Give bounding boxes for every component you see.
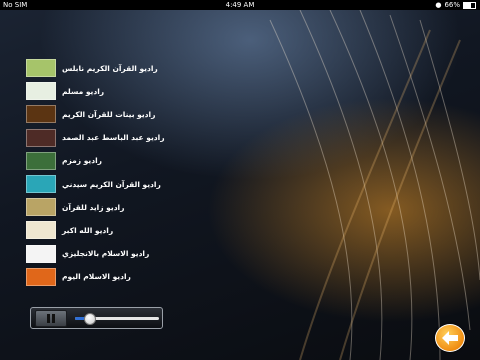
station-thumbnail-icon [26,267,56,286]
volume-knob[interactable] [84,313,97,325]
station-thumbnail-icon [26,105,56,124]
station-label: راديو الله اكبر [62,225,114,235]
arrow-left-icon [442,331,458,345]
status-right: ● 66% [435,0,476,10]
station-label: راديو القرآن الكريم سيدني [62,179,161,189]
station-thumbnail-icon [26,82,56,101]
battery-percent: 66% [444,1,460,9]
pause-icon-bar [52,314,55,323]
station-item[interactable]: راديو القرآن الكريم سيدني [26,174,226,194]
station-item[interactable]: راديو الاسلام اليوم [26,267,226,287]
pause-icon [47,314,50,323]
station-label: راديو زايد للقرآن [62,202,125,212]
station-item[interactable]: راديو الله اكبر [26,220,226,240]
station-thumbnail-icon [26,175,56,193]
station-label: راديو الاسلام بالانجليزي [62,249,150,259]
station-label: راديو الاسلام اليوم [62,272,131,282]
volume-slider[interactable] [75,313,159,325]
station-item[interactable]: راديو مسلم [26,81,226,101]
pause-button[interactable] [35,310,67,327]
station-item[interactable]: راديو القرآن الكريم نابلس [26,58,226,78]
station-label: راديو زمزم [62,156,102,166]
player-bar [30,307,163,329]
station-thumbnail-icon [26,59,56,77]
station-label: راديو عبد الباسط عبد الصمد [62,133,165,143]
station-thumbnail-icon [26,128,56,147]
station-label: راديو بينات للقرآن الكريم [62,109,156,119]
back-button[interactable] [435,324,465,352]
battery-icon [463,1,476,9]
station-thumbnail-icon [26,151,56,170]
station-item[interactable]: راديو عبد الباسط عبد الصمد [26,128,226,148]
station-item[interactable]: راديو زمزم [26,151,226,171]
station-item[interactable]: راديو بينات للقرآن الكريم [26,104,226,124]
status-bar: No SIM 4:49 AM ● 66% [0,0,480,10]
station-thumbnail-icon [26,221,56,240]
lock-rotation-icon: ● [435,1,442,9]
station-item[interactable]: راديو الاسلام بالانجليزي [26,244,226,264]
clock: 4:49 AM [225,1,255,9]
station-label: راديو مسلم [62,86,105,96]
station-thumbnail-icon [26,198,56,217]
station-label: راديو القرآن الكريم نابلس [62,63,158,73]
station-thumbnail-icon [26,244,56,263]
station-item[interactable]: راديو زايد للقرآن [26,197,226,217]
